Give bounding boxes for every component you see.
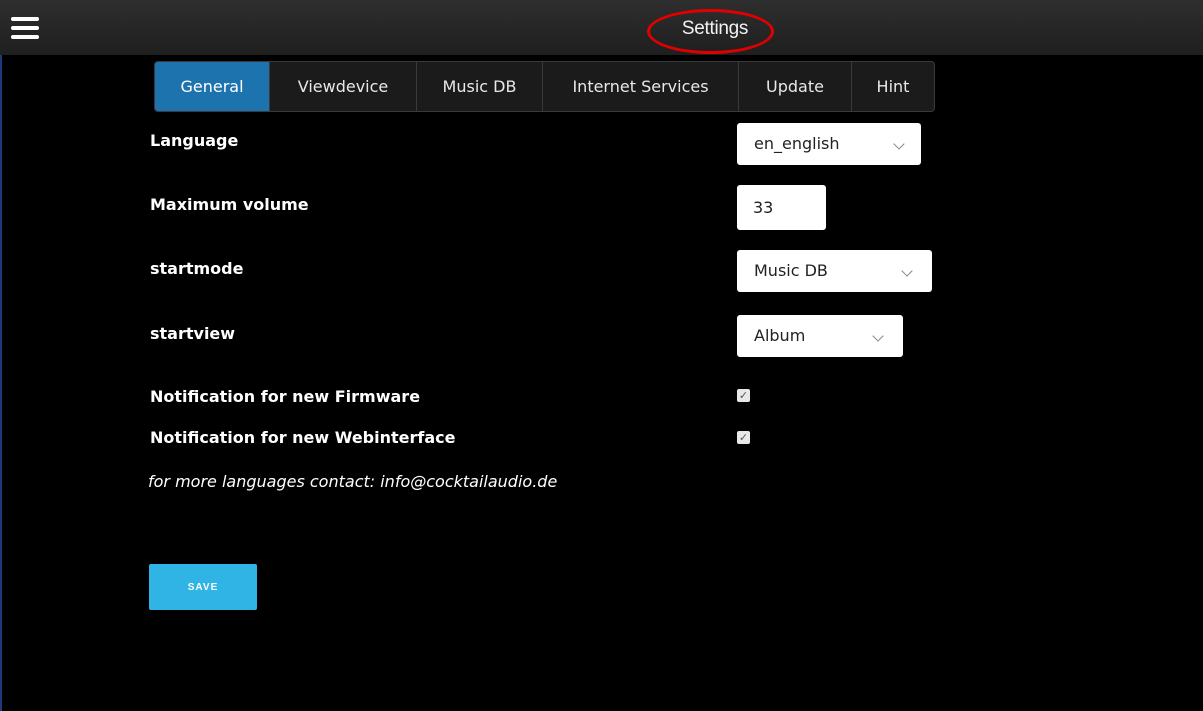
notify-webinterface-checkbox[interactable]: ✓ bbox=[737, 431, 750, 444]
tab-update[interactable]: Update bbox=[739, 62, 852, 111]
tab-general[interactable]: General bbox=[155, 62, 270, 111]
tab-viewdevice[interactable]: Viewdevice bbox=[270, 62, 417, 111]
languages-contact-note: for more languages contact: info@cocktai… bbox=[148, 472, 558, 491]
startview-label: startview bbox=[150, 324, 236, 343]
max-volume-input[interactable] bbox=[737, 185, 826, 230]
save-button[interactable]: SAVE bbox=[149, 564, 257, 610]
startmode-select-value: Music DB bbox=[754, 261, 828, 280]
startmode-select[interactable]: Music DB bbox=[737, 250, 932, 292]
language-select[interactable]: en_english bbox=[737, 123, 921, 165]
window-left-edge bbox=[0, 0, 2, 711]
chevron-down-icon bbox=[893, 138, 905, 150]
startview-select-value: Album bbox=[754, 326, 806, 345]
tab-music-db[interactable]: Music DB bbox=[417, 62, 543, 111]
startmode-label: startmode bbox=[150, 259, 244, 278]
language-label: Language bbox=[150, 131, 239, 150]
top-bar: Settings bbox=[0, 0, 1203, 55]
tab-internet-services[interactable]: Internet Services bbox=[543, 62, 739, 111]
tab-hint[interactable]: Hint bbox=[852, 62, 934, 111]
startview-select[interactable]: Album bbox=[737, 315, 903, 357]
settings-tabs: General Viewdevice Music DB Internet Ser… bbox=[154, 61, 935, 112]
annotation-highlight-circle bbox=[647, 9, 774, 54]
notify-firmware-checkbox[interactable]: ✓ bbox=[737, 389, 750, 402]
notify-firmware-label: Notification for new Firmware bbox=[150, 387, 421, 406]
page-title: Settings bbox=[681, 18, 749, 39]
max-volume-label: Maximum volume bbox=[150, 195, 309, 214]
language-select-value: en_english bbox=[754, 134, 840, 153]
chevron-down-icon bbox=[872, 330, 884, 342]
chevron-down-icon bbox=[901, 265, 913, 277]
notify-webinterface-label: Notification for new Webinterface bbox=[150, 428, 456, 447]
